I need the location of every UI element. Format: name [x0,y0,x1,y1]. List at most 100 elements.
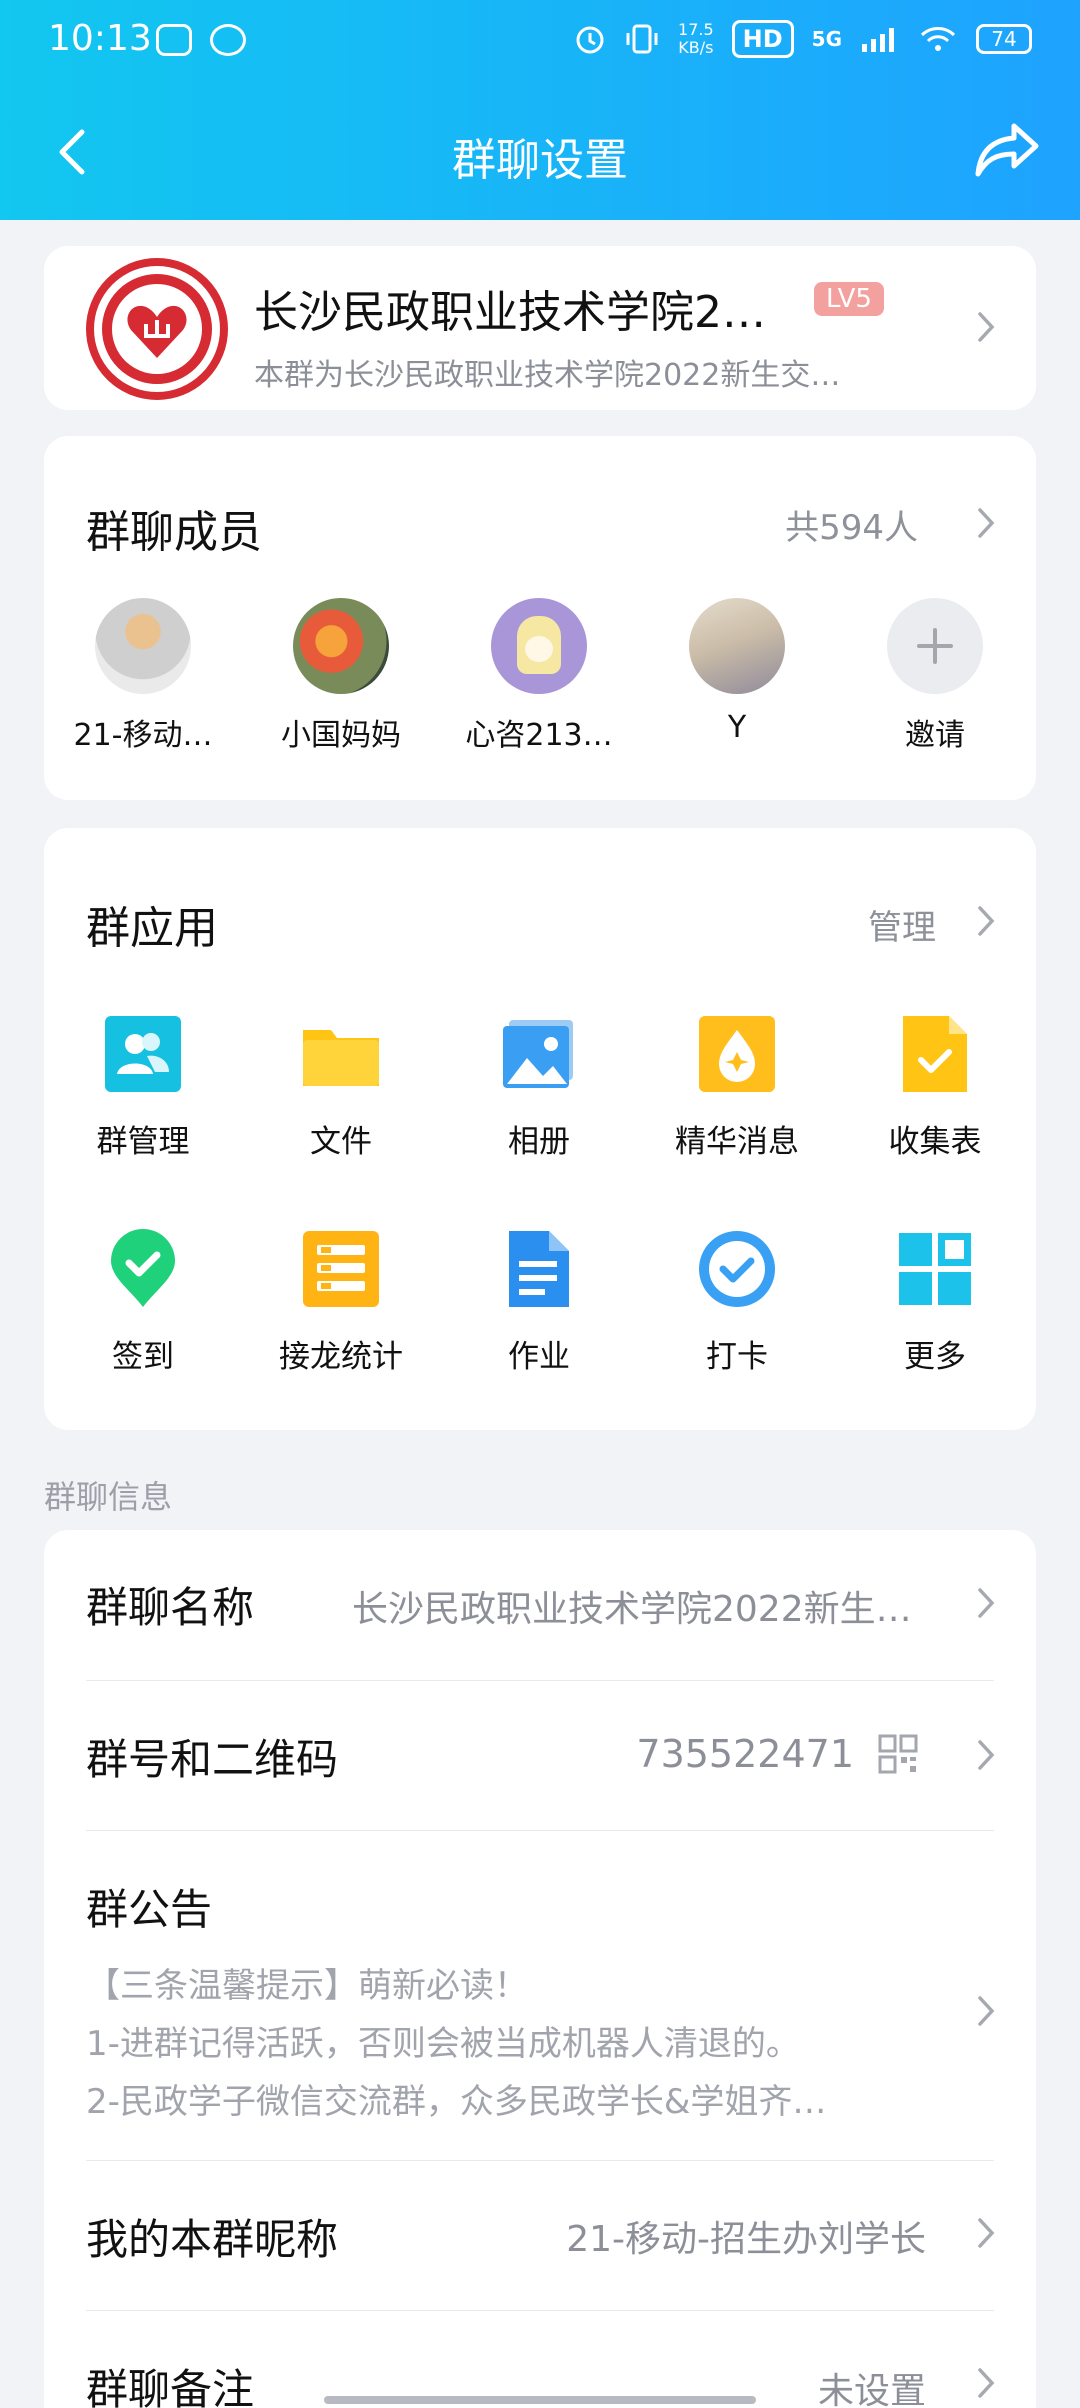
app-item-files[interactable]: 文件 [242,1014,440,1161]
avatar-face [525,636,553,662]
avatar [293,598,389,694]
punch-icon [699,1231,775,1307]
app-item-checkin[interactable]: 签到 [44,1229,242,1376]
page-title: 群聊设置 [452,135,628,186]
group-number-row[interactable]: 群号和二维码 735522471 [86,1726,994,1806]
app-item-more[interactable]: 更多 [836,1229,1034,1376]
notification-icons [156,24,246,56]
members-card: 群聊成员 共594人 21-移动… 小国妈妈 心咨213… Y 邀请 [44,436,1036,800]
invite-member-button[interactable]: 邀请 [836,598,1034,754]
group-remark-label: 群聊备注 [86,2365,255,2408]
app-label: 群管理 [96,1124,190,1160]
notice-line: 2-民政学子微信交流群，众多民政学长&学姐齐… [86,2082,827,2122]
signal-label: 5G [811,27,842,51]
info-section-caption: 群聊信息 [44,1478,173,1516]
group-number-value: 735522471 [636,1732,854,1776]
my-nickname-value: 21-移动-招生办刘学长 [566,2219,926,2260]
relay-stats-icon [303,1231,379,1307]
plus-icon [887,598,983,694]
member-name: 小国妈妈 [281,718,401,753]
app-label: 作业 [508,1339,570,1375]
album-icon [503,1020,573,1088]
divider [86,1830,994,1831]
app-label: 打卡 [706,1339,768,1375]
member-name: Y [727,710,747,745]
chevron-right-icon [976,1738,996,1772]
app-item-album[interactable]: 相册 [440,1014,638,1161]
group-info-card: 群聊名称 长沙民政职业技术学院2022新生… 群号和二维码 735522471 … [44,1530,1036,2408]
members-title: 群聊成员 [86,507,262,558]
status-bar: 10:13 17.5 KB/s HD 5G 74 [0,0,1080,84]
home-indicator[interactable] [324,2396,756,2404]
members-list: 21-移动… 小国妈妈 心咨213… Y 邀请 [44,598,1036,754]
group-logo [86,258,228,400]
folder-icon [303,1030,379,1086]
app-label: 文件 [310,1124,372,1160]
chevron-right-icon [976,2216,996,2250]
hd-badge: HD [731,20,794,58]
my-nickname-label: 我的本群昵称 [86,2215,339,2264]
member-name: 21-移动… [73,718,213,753]
avatar [491,598,587,694]
qq-notification-icon [156,24,192,56]
group-name-label: 群聊名称 [86,1583,255,1632]
app-label: 精华消息 [675,1124,799,1160]
network-speed: 17.5 KB/s [678,21,714,57]
group-manage-icon [105,1016,181,1092]
app-item-homework[interactable]: 作业 [440,1229,638,1376]
app-item-relay-stats[interactable]: 接龙统计 [242,1229,440,1376]
wifi-icon [920,27,956,51]
app-item-essence[interactable]: 精华消息 [638,1014,836,1161]
group-number-label: 群号和二维码 [86,1735,339,1784]
app-label: 更多 [904,1339,966,1375]
group-profile-card[interactable]: 长沙民政职业技术学院2… LV5 本群为长沙民政职业技术学院2022新生交… [44,246,1036,410]
divider [86,1680,994,1681]
divider [86,2310,994,2311]
app-label: 签到 [112,1339,174,1375]
avatar [689,598,785,694]
member-item[interactable]: 心咨213… [440,598,638,754]
chevron-right-icon [976,1586,996,1620]
members-count[interactable]: 共594人 [785,500,918,549]
app-item-punch[interactable]: 打卡 [638,1229,836,1376]
member-item[interactable]: Y [638,598,836,754]
member-item[interactable]: 小国妈妈 [242,598,440,754]
group-remark-value: 未设置 [817,2371,926,2408]
network-speed-unit: KB/s [678,38,714,57]
member-item[interactable]: 21-移动… [44,598,242,754]
homework-icon [509,1231,569,1307]
divider [86,2160,994,2161]
group-apps-card: 群应用 管理 群管理 文件 相册 精华消息 收集表 签到 接龙统计 作业 打卡 … [44,828,1036,1430]
member-name: 心咨213… [465,718,613,753]
notice-line: 【三条温馨提示】萌新必读！ [86,1966,528,2006]
chevron-right-icon[interactable] [976,904,996,938]
group-notice-label: 群公告 [86,1885,213,1934]
qr-code-icon[interactable] [878,1734,918,1774]
avatar [95,598,191,694]
wechat-notification-icon [210,24,246,56]
collect-form-icon [903,1016,967,1092]
chevron-right-icon [976,310,996,344]
my-nickname-row[interactable]: 我的本群昵称 21-移动-招生办刘学长 [86,2206,994,2286]
group-name: 长沙民政职业技术学院2… [254,287,766,338]
notice-line: 1-进群记得活跃，否则会被当成机器人清退的。 [86,2024,800,2064]
group-level-badge: LV5 [814,282,884,316]
app-label: 接龙统计 [279,1339,403,1375]
share-icon[interactable] [974,120,1042,180]
apps-grid: 群管理 文件 相册 精华消息 收集表 签到 接龙统计 作业 打卡 更多 [44,1014,1036,1376]
checkin-icon [111,1229,175,1307]
apps-manage-link[interactable]: 管理 [868,900,936,949]
apps-title: 群应用 [86,903,218,954]
status-right: 17.5 KB/s HD 5G 74 [574,20,1032,58]
chevron-right-icon [976,2366,996,2400]
app-label: 相册 [508,1124,570,1160]
group-name-value: 长沙民政职业技术学院2022新生… [352,1589,912,1630]
invite-label: 邀请 [905,718,965,753]
chevron-right-icon[interactable] [976,506,996,540]
app-label: 收集表 [888,1124,982,1160]
group-name-row[interactable]: 群聊名称 长沙民政职业技术学院2022新生… [86,1574,994,1654]
vibrate-icon [626,24,658,54]
app-item-collect-form[interactable]: 收集表 [836,1014,1034,1161]
more-apps-icon [899,1233,971,1305]
app-item-group-manage[interactable]: 群管理 [44,1014,242,1161]
